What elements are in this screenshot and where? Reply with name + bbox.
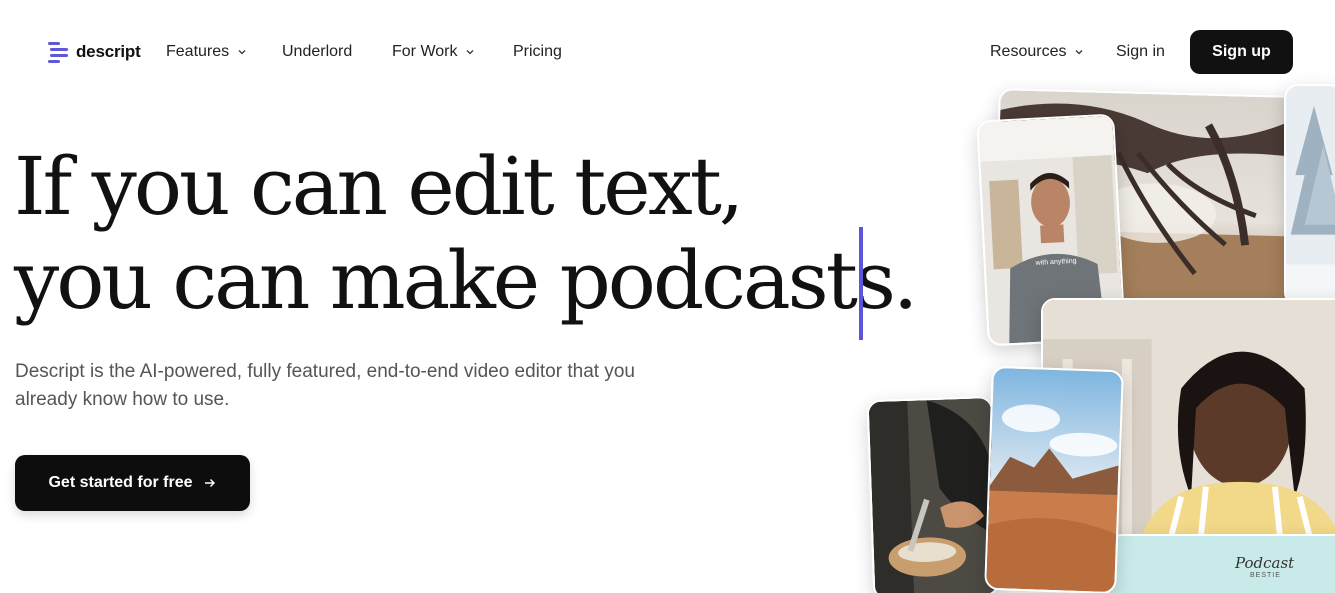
descript-logo[interactable]: descript (48, 41, 141, 63)
cooking-image (866, 395, 1000, 593)
sign-up-button[interactable]: Sign up (1190, 30, 1293, 74)
get-started-label: Get started for free (48, 474, 193, 491)
hero-headline-line-1: If you can edit text, (14, 140, 744, 233)
nav-pricing-label: Pricing (513, 43, 562, 60)
sign-in-label: Sign in (1116, 43, 1165, 60)
hero-headline-line-2: you can make podcasts. (14, 234, 918, 327)
nav-underlord-label: Underlord (282, 43, 353, 60)
podcast-logo-subtext: BESTIE (1250, 572, 1281, 579)
nav-underlord[interactable]: Underlord (282, 43, 352, 61)
podcast-logo-text: Podcast (1235, 554, 1295, 572)
chevron-down-icon (238, 50, 246, 55)
snowy-forest-image (1284, 84, 1335, 306)
descript-logo-icon (48, 41, 68, 63)
hero-subtitle: Descript is the AI-powered, fully featur… (15, 361, 635, 410)
podcast-bestie-banner: Podcast BESTIE (1108, 534, 1335, 593)
arrow-right-icon (204, 479, 215, 487)
nav-for-work-label: For Work (392, 43, 458, 60)
nav-resources-label: Resources (990, 43, 1067, 60)
nav-for-work[interactable]: For Work (392, 43, 475, 61)
nav-features-label: Features (166, 43, 230, 60)
hero-headline: If you can edit text, you can make podca… (14, 140, 918, 328)
nav-pricing[interactable]: Pricing (513, 43, 562, 61)
sign-in-link[interactable]: Sign in (1116, 43, 1165, 61)
top-navigation: descript Features Underlord For Work Pri… (0, 0, 1335, 104)
chevron-down-icon (467, 50, 474, 55)
desert-landscape-image (984, 365, 1124, 593)
nav-features[interactable]: Features (166, 43, 247, 61)
text-cursor-caret (859, 227, 863, 340)
chevron-down-icon (1076, 50, 1083, 55)
get-started-button[interactable]: Get started for free (15, 455, 250, 511)
nav-resources[interactable]: Resources (990, 43, 1084, 61)
logo-wordmark: descript (76, 42, 141, 61)
